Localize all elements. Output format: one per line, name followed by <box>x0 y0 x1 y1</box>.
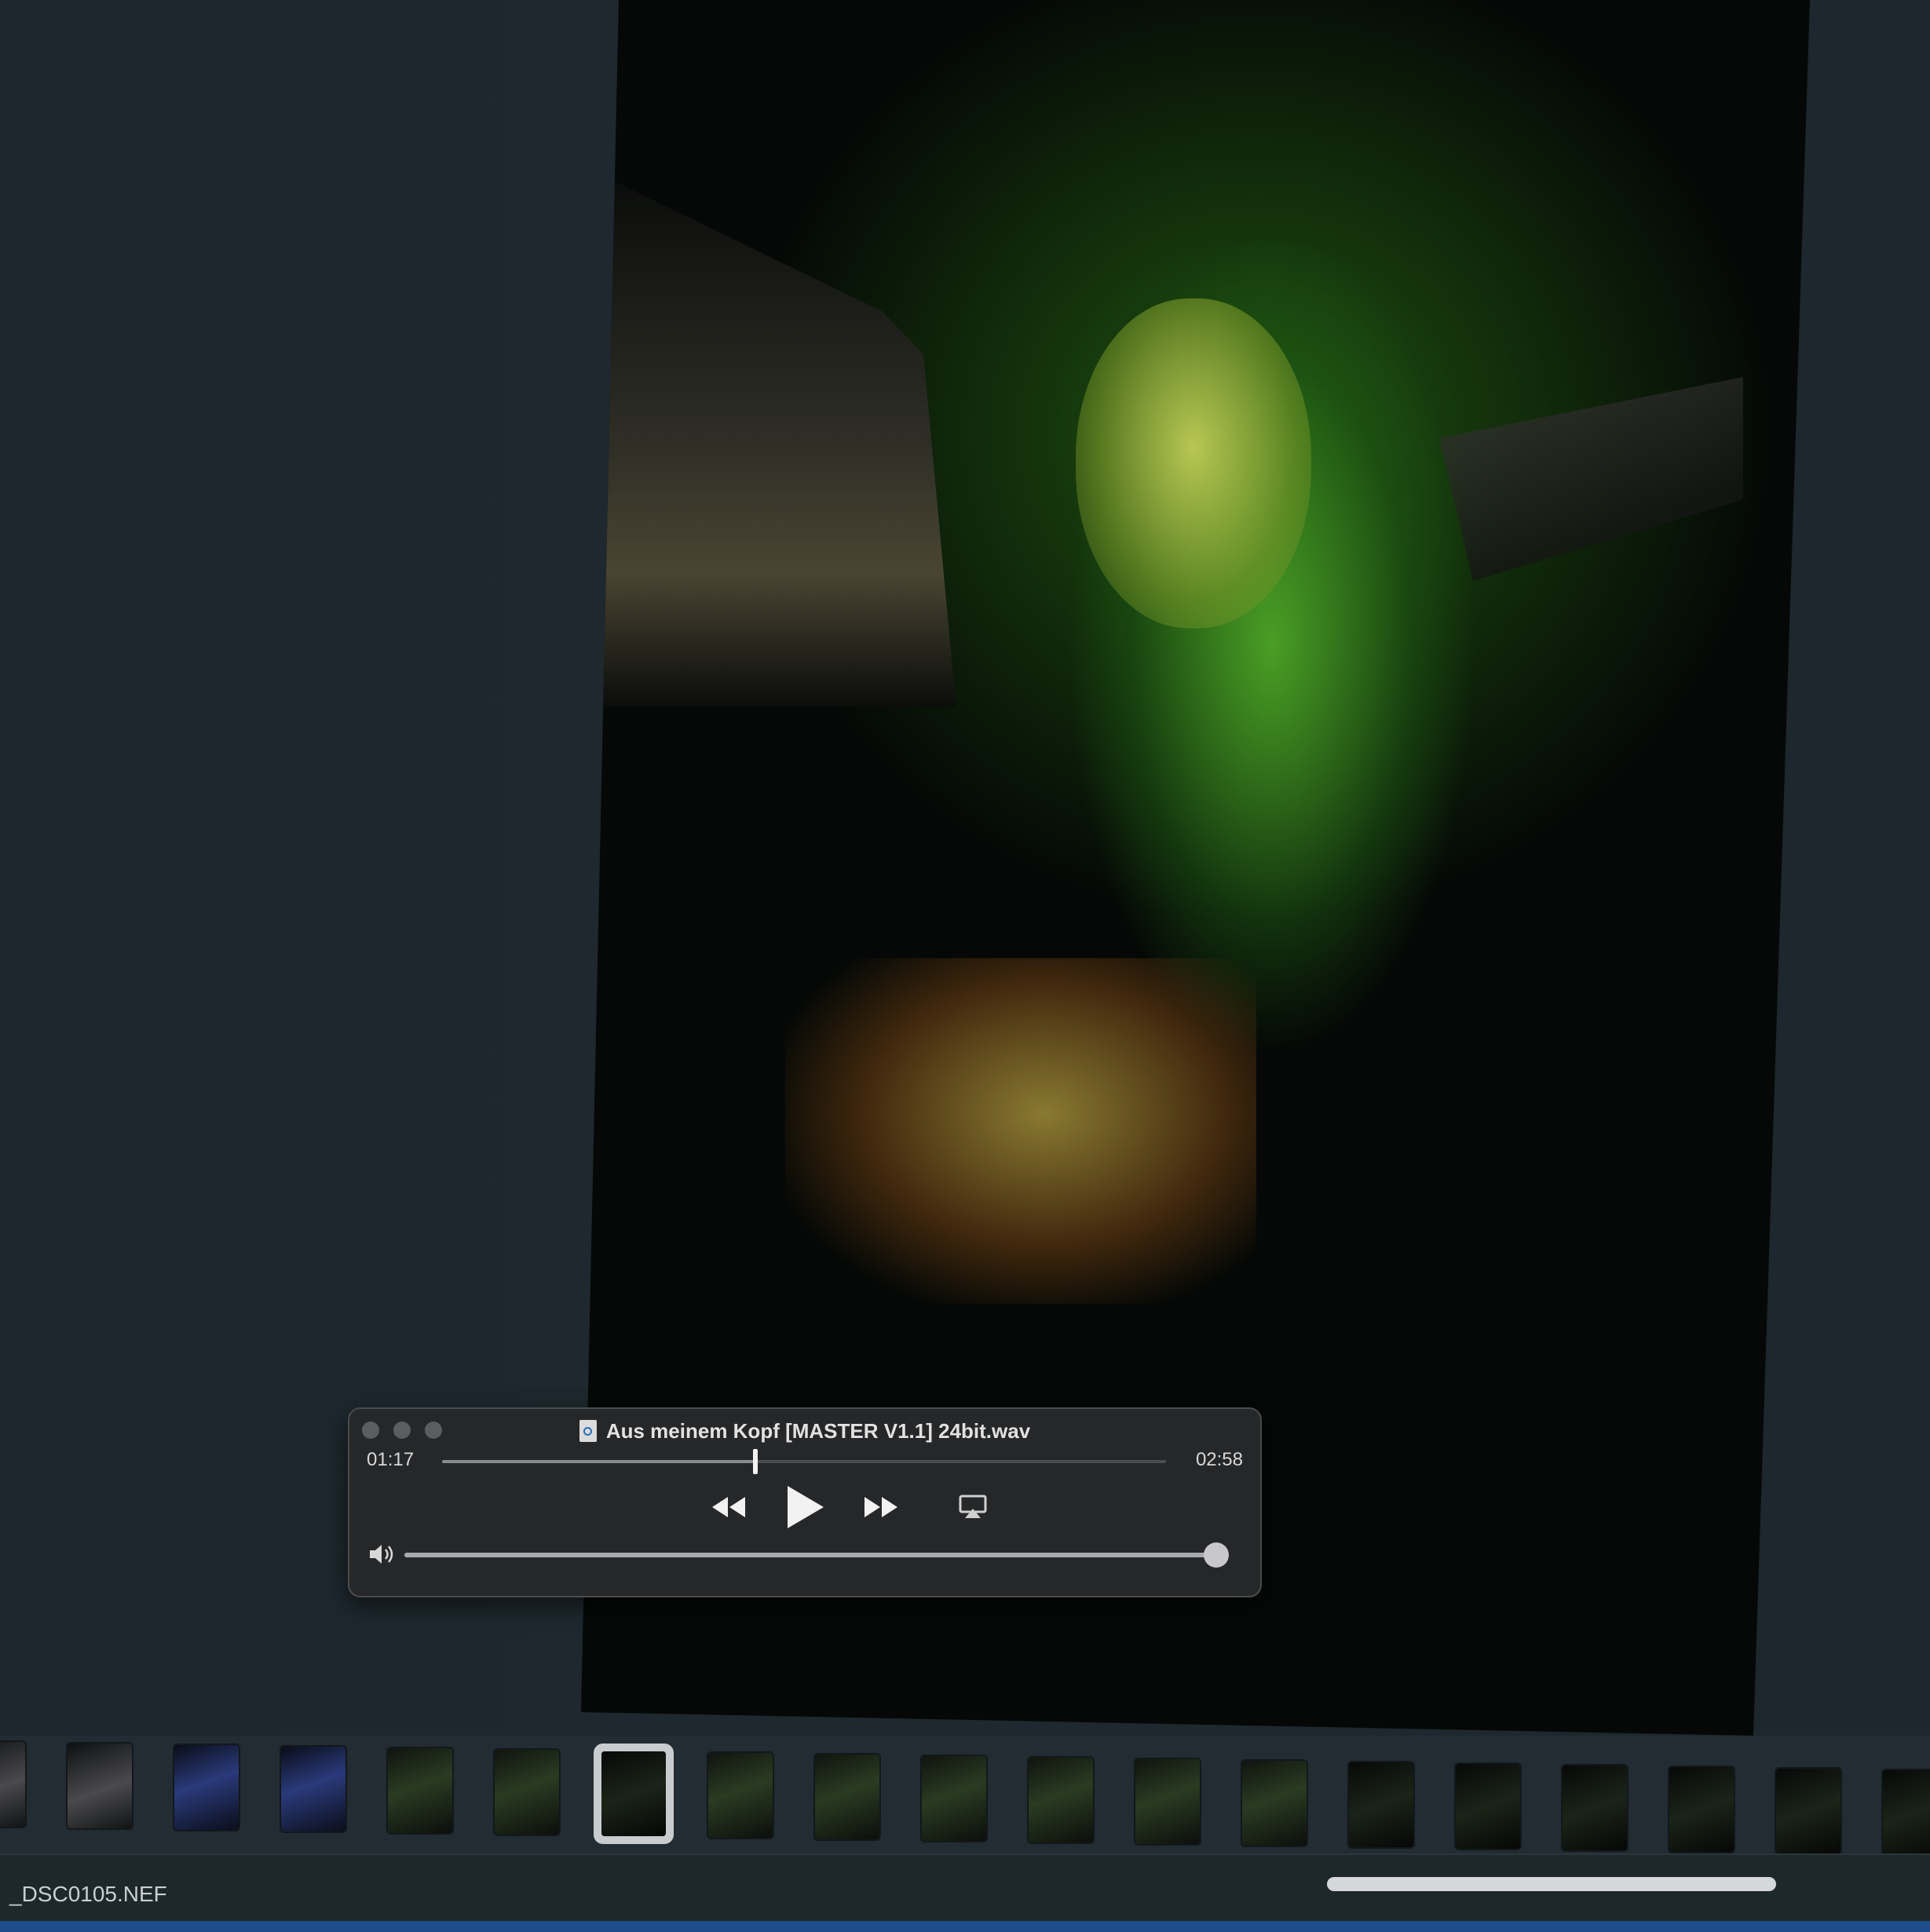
player-title: Aus meinem Kopf [MASTER V1.1] 24bit.wav <box>605 1419 1031 1443</box>
rewind-button[interactable] <box>709 1487 748 1527</box>
current-filename: _DSC0105.NEF <box>9 1882 167 1906</box>
player-title-bar: Aus meinem Kopf [MASTER V1.1] 24bit.wav <box>349 1417 1260 1445</box>
filmstrip-thumbnail[interactable] <box>815 1755 879 1839</box>
filmstrip-thumbnail[interactable] <box>388 1748 452 1833</box>
scrubber-played-fill <box>442 1460 756 1463</box>
elapsed-time: 01:17 <box>367 1449 415 1470</box>
filmstrip-thumbnail[interactable] <box>1349 1762 1413 1847</box>
speaker-volume-icon[interactable] <box>368 1542 397 1566</box>
filmstrip-thumbnail[interactable] <box>922 1756 986 1841</box>
audio-file-icon <box>579 1420 597 1442</box>
total-duration: 02:58 <box>1195 1449 1243 1470</box>
filmstrip-thumbnail[interactable] <box>1669 1767 1734 1852</box>
volume-knob[interactable] <box>1204 1542 1230 1568</box>
filmstrip-thumbnail[interactable] <box>0 1742 25 1827</box>
audio-player-window: Aus meinem Kopf [MASTER V1.1] 24bit.wav … <box>348 1407 1262 1597</box>
filmstrip-thumbnail[interactable] <box>174 1745 239 1830</box>
filmstrip-thumbnail[interactable] <box>1883 1770 1930 1855</box>
volume-slider[interactable] <box>404 1542 1230 1568</box>
filmstrip-thumbnail[interactable] <box>1242 1761 1307 1846</box>
thumbnail-filmstrip <box>0 1736 1930 1855</box>
filmstrip-thumbnail[interactable] <box>1029 1758 1093 1842</box>
play-button[interactable] <box>781 1483 828 1531</box>
filmstrip-thumbnail[interactable] <box>708 1753 773 1838</box>
scrubber-playhead[interactable] <box>753 1449 758 1474</box>
rewind-icon <box>712 1497 745 1517</box>
filmstrip-thumbnail[interactable] <box>68 1744 132 1828</box>
filmstrip-thumbnail[interactable] <box>1776 1769 1840 1853</box>
filmstrip-thumbnail[interactable] <box>1135 1759 1200 1844</box>
filmstrip-thumbnail[interactable] <box>1563 1766 1627 1850</box>
fast-forward-button[interactable] <box>861 1487 901 1527</box>
filmstrip-thumbnail[interactable] <box>1456 1764 1520 1849</box>
horizontal-scrollbar[interactable] <box>1327 1877 1776 1891</box>
volume-fill <box>404 1553 1217 1557</box>
status-bar: _DSC0105.NEF <box>0 1853 1930 1932</box>
fast-forward-icon <box>864 1497 897 1517</box>
filmstrip-thumbnail[interactable] <box>601 1751 666 1836</box>
filmstrip-thumbnail[interactable] <box>281 1747 345 1831</box>
photo-face <box>1076 298 1311 628</box>
airplay-icon <box>959 1495 987 1518</box>
play-icon <box>788 1486 824 1528</box>
photo-hands-phone <box>785 958 1256 1304</box>
playback-scrubber[interactable] <box>442 1449 1166 1474</box>
filmstrip-thumbnail[interactable] <box>495 1750 559 1835</box>
airplay-button[interactable] <box>957 1487 989 1527</box>
